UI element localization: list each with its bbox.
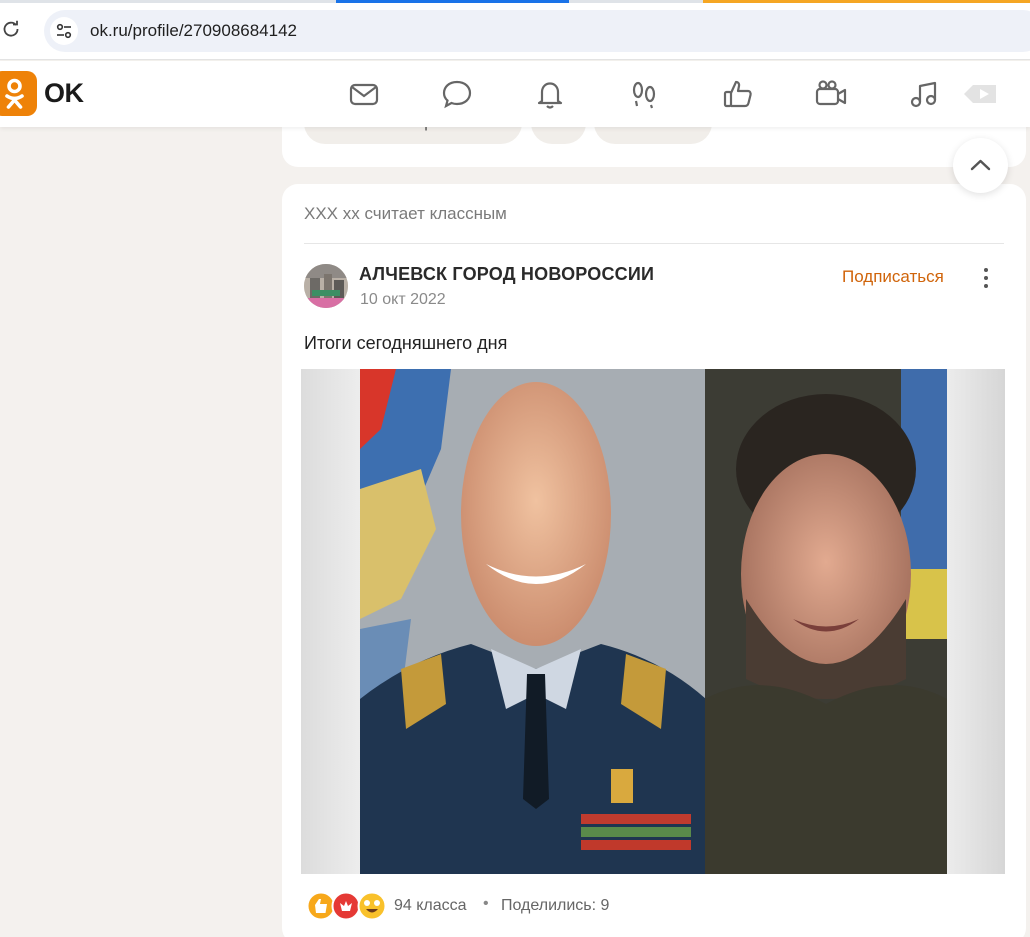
group-name-link[interactable]: АЛЧЕВСК ГОРОД НОВОРОССИИ: [359, 264, 654, 285]
address-bar[interactable]: ok.ru/profile/270908684142: [44, 10, 1030, 52]
video-icon[interactable]: [814, 77, 848, 111]
more-options-icon[interactable]: [978, 266, 994, 290]
reload-icon[interactable]: [2, 20, 20, 38]
site-header: OK: [0, 61, 1030, 127]
mail-icon[interactable]: [347, 77, 381, 111]
group-avatar[interactable]: [304, 264, 348, 308]
logo-text[interactable]: OK: [44, 78, 84, 109]
post-text: Итоги сегодняшнего дня: [304, 333, 508, 353]
site-info-icon[interactable]: [50, 17, 78, 45]
chat-icon[interactable]: [440, 77, 474, 111]
bell-icon[interactable]: [533, 77, 567, 111]
tab-loading-indicator: [703, 0, 1030, 3]
subscribe-button[interactable]: Подписаться: [842, 267, 944, 287]
chevron-up-icon: [970, 159, 991, 171]
ok-logo-icon[interactable]: [0, 71, 37, 116]
separator-dot: •: [483, 895, 489, 912]
scroll-top-button[interactable]: [953, 138, 1008, 193]
reactions-count[interactable]: 94 класса: [394, 897, 467, 915]
post-card: XXX xx считает классным АЛЧЕВСК ГОРОД НО…: [282, 184, 1026, 937]
active-tab-indicator: [336, 0, 569, 3]
reaction-icons[interactable]: [306, 891, 388, 921]
play-icon[interactable]: [962, 77, 1002, 111]
url-text[interactable]: ok.ru/profile/270908684142: [90, 21, 297, 41]
activity-line[interactable]: XXX xx считает классным: [304, 204, 507, 224]
post-photo[interactable]: [301, 369, 1005, 874]
guests-icon[interactable]: [627, 77, 661, 111]
shares-count[interactable]: Поделились: 9: [501, 897, 609, 915]
music-icon[interactable]: [907, 77, 941, 111]
likes-icon[interactable]: [721, 77, 755, 111]
post-date[interactable]: 10 окт 2022: [360, 291, 446, 309]
browser-toolbar: ok.ru/profile/270908684142: [0, 0, 1030, 60]
divider: [304, 243, 1004, 244]
